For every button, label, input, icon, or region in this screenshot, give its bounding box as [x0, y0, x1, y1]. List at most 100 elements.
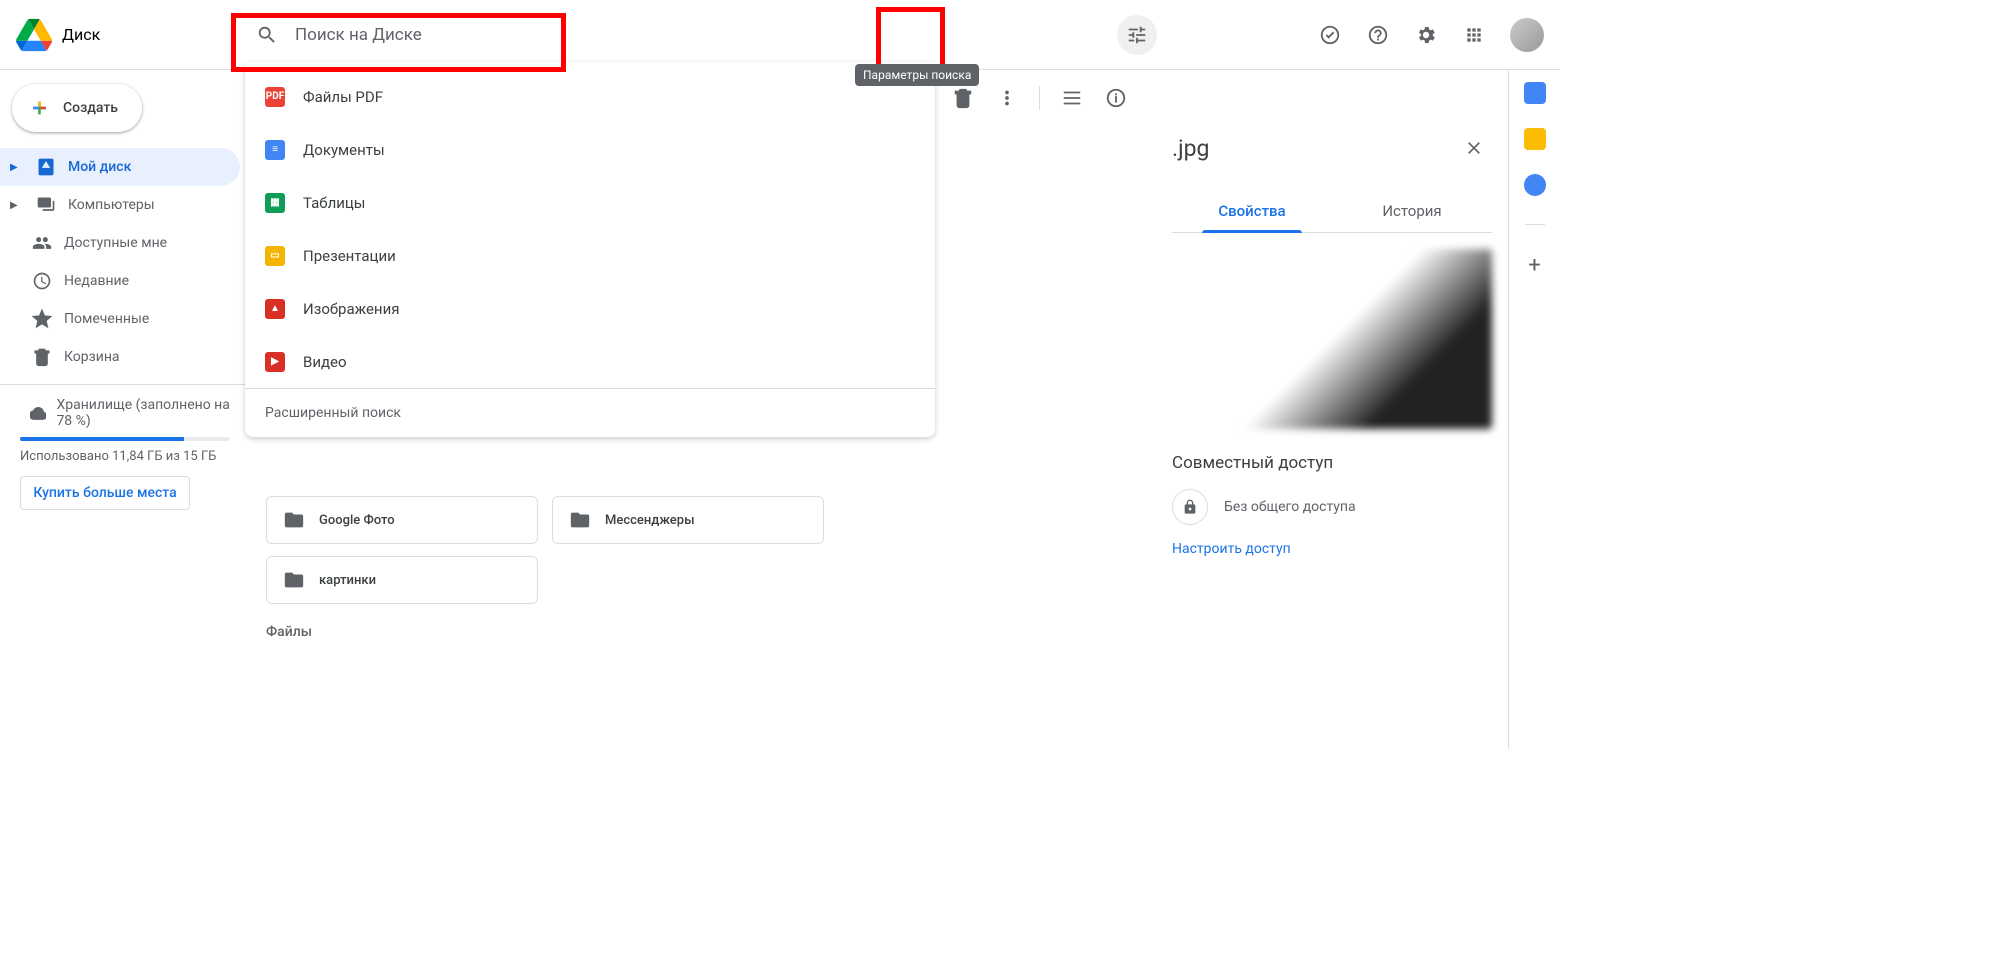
nav-label: Компьютеры — [68, 197, 155, 213]
storage-label: Хранилище (заполнено на 78 %) — [56, 397, 230, 429]
tasks-app-icon[interactable] — [1524, 174, 1546, 196]
sidebar: Создать ▶ Мой диск ▶ Компьютеры Доступны… — [0, 70, 246, 750]
close-details-button[interactable] — [1456, 130, 1492, 166]
account-avatar[interactable] — [1510, 18, 1544, 52]
dd-sheets[interactable]: ▦ Таблицы — [245, 176, 935, 229]
sharing-section-title: Совместный доступ — [1172, 453, 1492, 473]
help-icon[interactable] — [1358, 15, 1398, 55]
dd-slides[interactable]: ▭ Презентации — [245, 229, 935, 282]
info-icon[interactable] — [1096, 78, 1136, 118]
storage-bar — [20, 437, 230, 441]
tune-tooltip: Параметры поиска — [855, 64, 979, 86]
details-panel: .jpg Свойства История Совместный доступ … — [1156, 70, 1508, 749]
folder-icon — [569, 509, 591, 531]
dd-advanced-search[interactable]: Расширенный поиск — [245, 388, 935, 437]
nav-shared[interactable]: Доступные мне — [0, 224, 240, 262]
sharing-status-row: Без общего доступа — [1172, 489, 1492, 525]
clock-icon — [30, 271, 54, 291]
buy-storage-button[interactable]: Купить больше места — [20, 476, 190, 510]
pdf-icon: PDF — [265, 87, 285, 107]
manage-access-link[interactable]: Настроить доступ — [1172, 541, 1492, 557]
details-title-row: .jpg — [1172, 130, 1492, 166]
nav-computers[interactable]: ▶ Компьютеры — [0, 186, 240, 224]
sheets-icon: ▦ — [265, 193, 285, 213]
nav-label: Корзина — [64, 349, 120, 365]
dd-images[interactable]: ▲ Изображения — [245, 282, 935, 335]
storage-fill — [20, 437, 184, 441]
new-button-label: Создать — [63, 100, 118, 116]
nav-label: Помеченные — [64, 311, 149, 327]
lock-icon — [1172, 489, 1208, 525]
apps-icon[interactable] — [1454, 15, 1494, 55]
tab-history[interactable]: История — [1332, 190, 1492, 232]
file-preview — [1172, 249, 1492, 429]
details-file-name: .jpg — [1172, 135, 1209, 162]
docs-icon: ≡ — [265, 140, 285, 160]
images-icon: ▲ — [265, 299, 285, 319]
nav-section-main: ▶ Мой диск ▶ Компьютеры Доступные мне Не… — [0, 148, 246, 385]
sharing-status-text: Без общего доступа — [1224, 499, 1356, 515]
app-name: Диск — [62, 25, 100, 44]
trash-icon — [30, 347, 54, 367]
dd-docs[interactable]: ≡ Документы — [245, 123, 935, 176]
toolbar-separator — [1039, 86, 1040, 110]
computers-icon — [34, 195, 58, 215]
list-view-icon[interactable] — [1052, 78, 1092, 118]
nav-label: Мой диск — [68, 159, 131, 175]
folders-row-1: Google Фото Мессенджеры — [266, 496, 1136, 544]
slides-icon: ▭ — [265, 246, 285, 266]
dd-label: Таблицы — [303, 194, 365, 212]
star-icon — [30, 309, 54, 329]
nav-label: Недавние — [64, 273, 129, 289]
add-addon-button[interactable]: + — [1528, 253, 1540, 278]
search-input[interactable] — [287, 25, 1117, 45]
plus-icon — [28, 94, 51, 122]
header-icons — [1310, 0, 1544, 70]
dd-label: Изображения — [303, 300, 399, 318]
cloud-icon — [30, 403, 46, 423]
drive-icon — [34, 157, 58, 177]
chevron-right-icon: ▶ — [10, 162, 24, 173]
nav-label: Доступные мне — [64, 235, 167, 251]
dd-videos[interactable]: ▶ Видео — [245, 335, 935, 388]
nav-trash[interactable]: Корзина — [0, 338, 240, 376]
rail-separator — [1525, 224, 1545, 225]
calendar-app-icon[interactable] — [1524, 82, 1546, 104]
nav-starred[interactable]: Помеченные — [0, 300, 240, 338]
search-type-dropdown: PDF Файлы PDF ≡ Документы ▦ Таблицы ▭ Презен… — [245, 62, 935, 437]
right-rail: + — [1508, 70, 1560, 749]
new-button[interactable]: Создать — [12, 84, 142, 132]
keep-app-icon[interactable] — [1524, 128, 1546, 150]
folder-messengers[interactable]: Мессенджеры — [552, 496, 824, 544]
drive-logo-icon — [16, 17, 52, 53]
dd-pdf[interactable]: PDF Файлы PDF — [245, 70, 935, 123]
settings-icon[interactable] — [1406, 15, 1446, 55]
dd-label: Файлы PDF — [303, 88, 383, 106]
details-tabs: Свойства История — [1172, 190, 1492, 233]
folder-label: картинки — [319, 573, 376, 588]
more-icon[interactable] — [987, 78, 1027, 118]
folder-pictures[interactable]: картинки — [266, 556, 538, 604]
folder-icon — [283, 509, 305, 531]
folder-google-photo[interactable]: Google Фото — [266, 496, 538, 544]
folder-label: Мессенджеры — [605, 513, 695, 528]
logo-area[interactable]: Диск — [16, 17, 241, 53]
storage-used-text: Использовано 11,84 ГБ из 15 ГБ — [0, 445, 246, 472]
shared-icon — [30, 233, 54, 253]
search-icon[interactable] — [247, 15, 287, 55]
tab-properties[interactable]: Свойства — [1172, 190, 1332, 232]
nav-recent[interactable]: Недавние — [0, 262, 240, 300]
search-tune-button[interactable] — [1117, 15, 1157, 55]
videos-icon: ▶ — [265, 352, 285, 372]
folder-icon — [283, 569, 305, 591]
search-bar — [239, 13, 1165, 57]
storage-link[interactable]: Хранилище (заполнено на 78 %) — [0, 393, 246, 433]
files-section-label: Файлы — [266, 624, 1136, 640]
folders-row-2: картинки — [266, 556, 1136, 604]
folder-label: Google Фото — [319, 513, 395, 528]
dd-label: Видео — [303, 353, 347, 371]
offline-ready-icon[interactable] — [1310, 15, 1350, 55]
nav-my-drive[interactable]: ▶ Мой диск — [0, 148, 240, 186]
dd-label: Презентации — [303, 247, 396, 265]
dd-label: Документы — [303, 141, 385, 159]
